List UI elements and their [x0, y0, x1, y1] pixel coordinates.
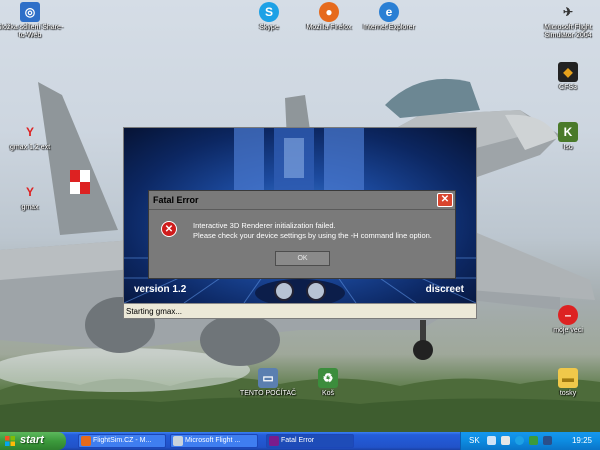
clock[interactable]: 19:25 [572, 436, 592, 445]
firefox-icon: ● [319, 2, 339, 22]
splash-status-text: Starting gmax... [124, 303, 476, 318]
desktop-icon-gmax[interactable]: Y gmax [0, 182, 66, 212]
desktop-icon-label: tosky [559, 390, 577, 397]
desktop-icon-label: moje veci [553, 327, 583, 334]
iso-icon: K [558, 122, 578, 142]
desktop-icon-share-folder[interactable]: ◎ Složka sdílení Share-to-Web [0, 2, 66, 40]
desktop-icon-label: Koš [321, 390, 335, 397]
folder-share-icon: ◎ [20, 2, 40, 22]
desktop-icon-flight-sim[interactable]: ✈ Microsoft Flight Simulator 2004 [532, 2, 600, 40]
taskbar-item-label: FlightSim.CZ - M... [93, 437, 152, 444]
windows-logo-icon [5, 436, 15, 446]
gmax-icon [269, 436, 279, 446]
splash-brand: discreet [425, 284, 464, 295]
desktop-icon-label: Microsoft Flight Simulator 2004 [544, 24, 592, 39]
desktop-icon-label: gmax [21, 204, 39, 211]
tray-security-icon[interactable] [529, 436, 538, 445]
desktop-icon-recycle-bin[interactable]: ♻ Koš [292, 368, 364, 398]
desktop-icon-cfs3[interactable]: ◆ CFS3 [532, 62, 600, 92]
tray-network-icon[interactable] [487, 436, 496, 445]
fatal-error-dialog: Fatal Error ✕ ✕ Interactive 3D Renderer … [148, 190, 456, 279]
gmax-icon: Y [25, 125, 34, 139]
desktop-icon-label: Internet Explorer [363, 24, 415, 31]
cfs3-icon: ◆ [558, 62, 578, 82]
taskbar-item-flight-sim[interactable]: Microsoft Flight ... [170, 434, 258, 448]
skype-icon: S [259, 2, 279, 22]
dialog-title: Fatal Error [153, 195, 199, 205]
folder-icon: ▬ [558, 368, 578, 388]
splash-version: version 1.2 [134, 284, 187, 295]
system-tray: SK 19:25 [460, 432, 600, 450]
desktop-icon-tosky[interactable]: ▬ tosky [532, 368, 600, 398]
dialog-message-line2: Please check your device settings by usi… [193, 231, 432, 240]
gmax-icon: Y [25, 185, 34, 199]
desktop-icon-label: gmax 1.2 ext [9, 144, 51, 151]
desktop-icon-iso[interactable]: K Iso [532, 122, 600, 152]
ok-button[interactable]: OK [275, 251, 330, 266]
desktop-icon-gmax-ext[interactable]: Y gmax 1.2 ext [0, 122, 66, 152]
desktop-icon-label: CFS3 [559, 84, 577, 91]
taskbar-item-label: Microsoft Flight ... [185, 437, 241, 444]
flight-sim-icon [173, 436, 183, 446]
tray-skype-icon[interactable] [515, 436, 524, 445]
taskbar-item-firefox[interactable]: FlightSim.CZ - M... [78, 434, 166, 448]
close-button[interactable]: ✕ [437, 193, 453, 207]
taskbar-item-fatal-error[interactable]: Fatal Error [266, 434, 354, 448]
desktop-icon-ie[interactable]: e Internet Explorer [353, 2, 425, 32]
desktop-icon-label: Iso [563, 144, 573, 151]
close-icon: ✕ [440, 194, 450, 205]
desktop-icon-moje-veci[interactable]: – moje veci [532, 305, 600, 335]
start-label: start [20, 434, 44, 446]
taskbar: start FlightSim.CZ - M... Microsoft Flig… [0, 432, 600, 450]
error-icon: ✕ [161, 221, 177, 237]
computer-icon: ▭ [258, 368, 278, 388]
flight-sim-icon: ✈ [562, 5, 574, 19]
language-indicator[interactable]: SK [469, 436, 480, 445]
dialog-titlebar[interactable]: Fatal Error ✕ [149, 191, 455, 210]
dialog-message-line1: Interactive 3D Renderer initialization f… [193, 221, 336, 230]
desktop-icon-label: Složka sdílení Share-to-Web [0, 24, 64, 39]
start-button[interactable]: start [0, 432, 66, 450]
ie-icon: e [379, 2, 399, 22]
recycle-bin-icon: ♻ [318, 368, 338, 388]
firefox-icon [81, 436, 91, 446]
taskbar-item-label: Fatal Error [281, 437, 315, 444]
no-entry-icon: – [558, 305, 578, 325]
tray-volume-icon[interactable] [501, 436, 510, 445]
tray-display-icon[interactable] [543, 436, 552, 445]
